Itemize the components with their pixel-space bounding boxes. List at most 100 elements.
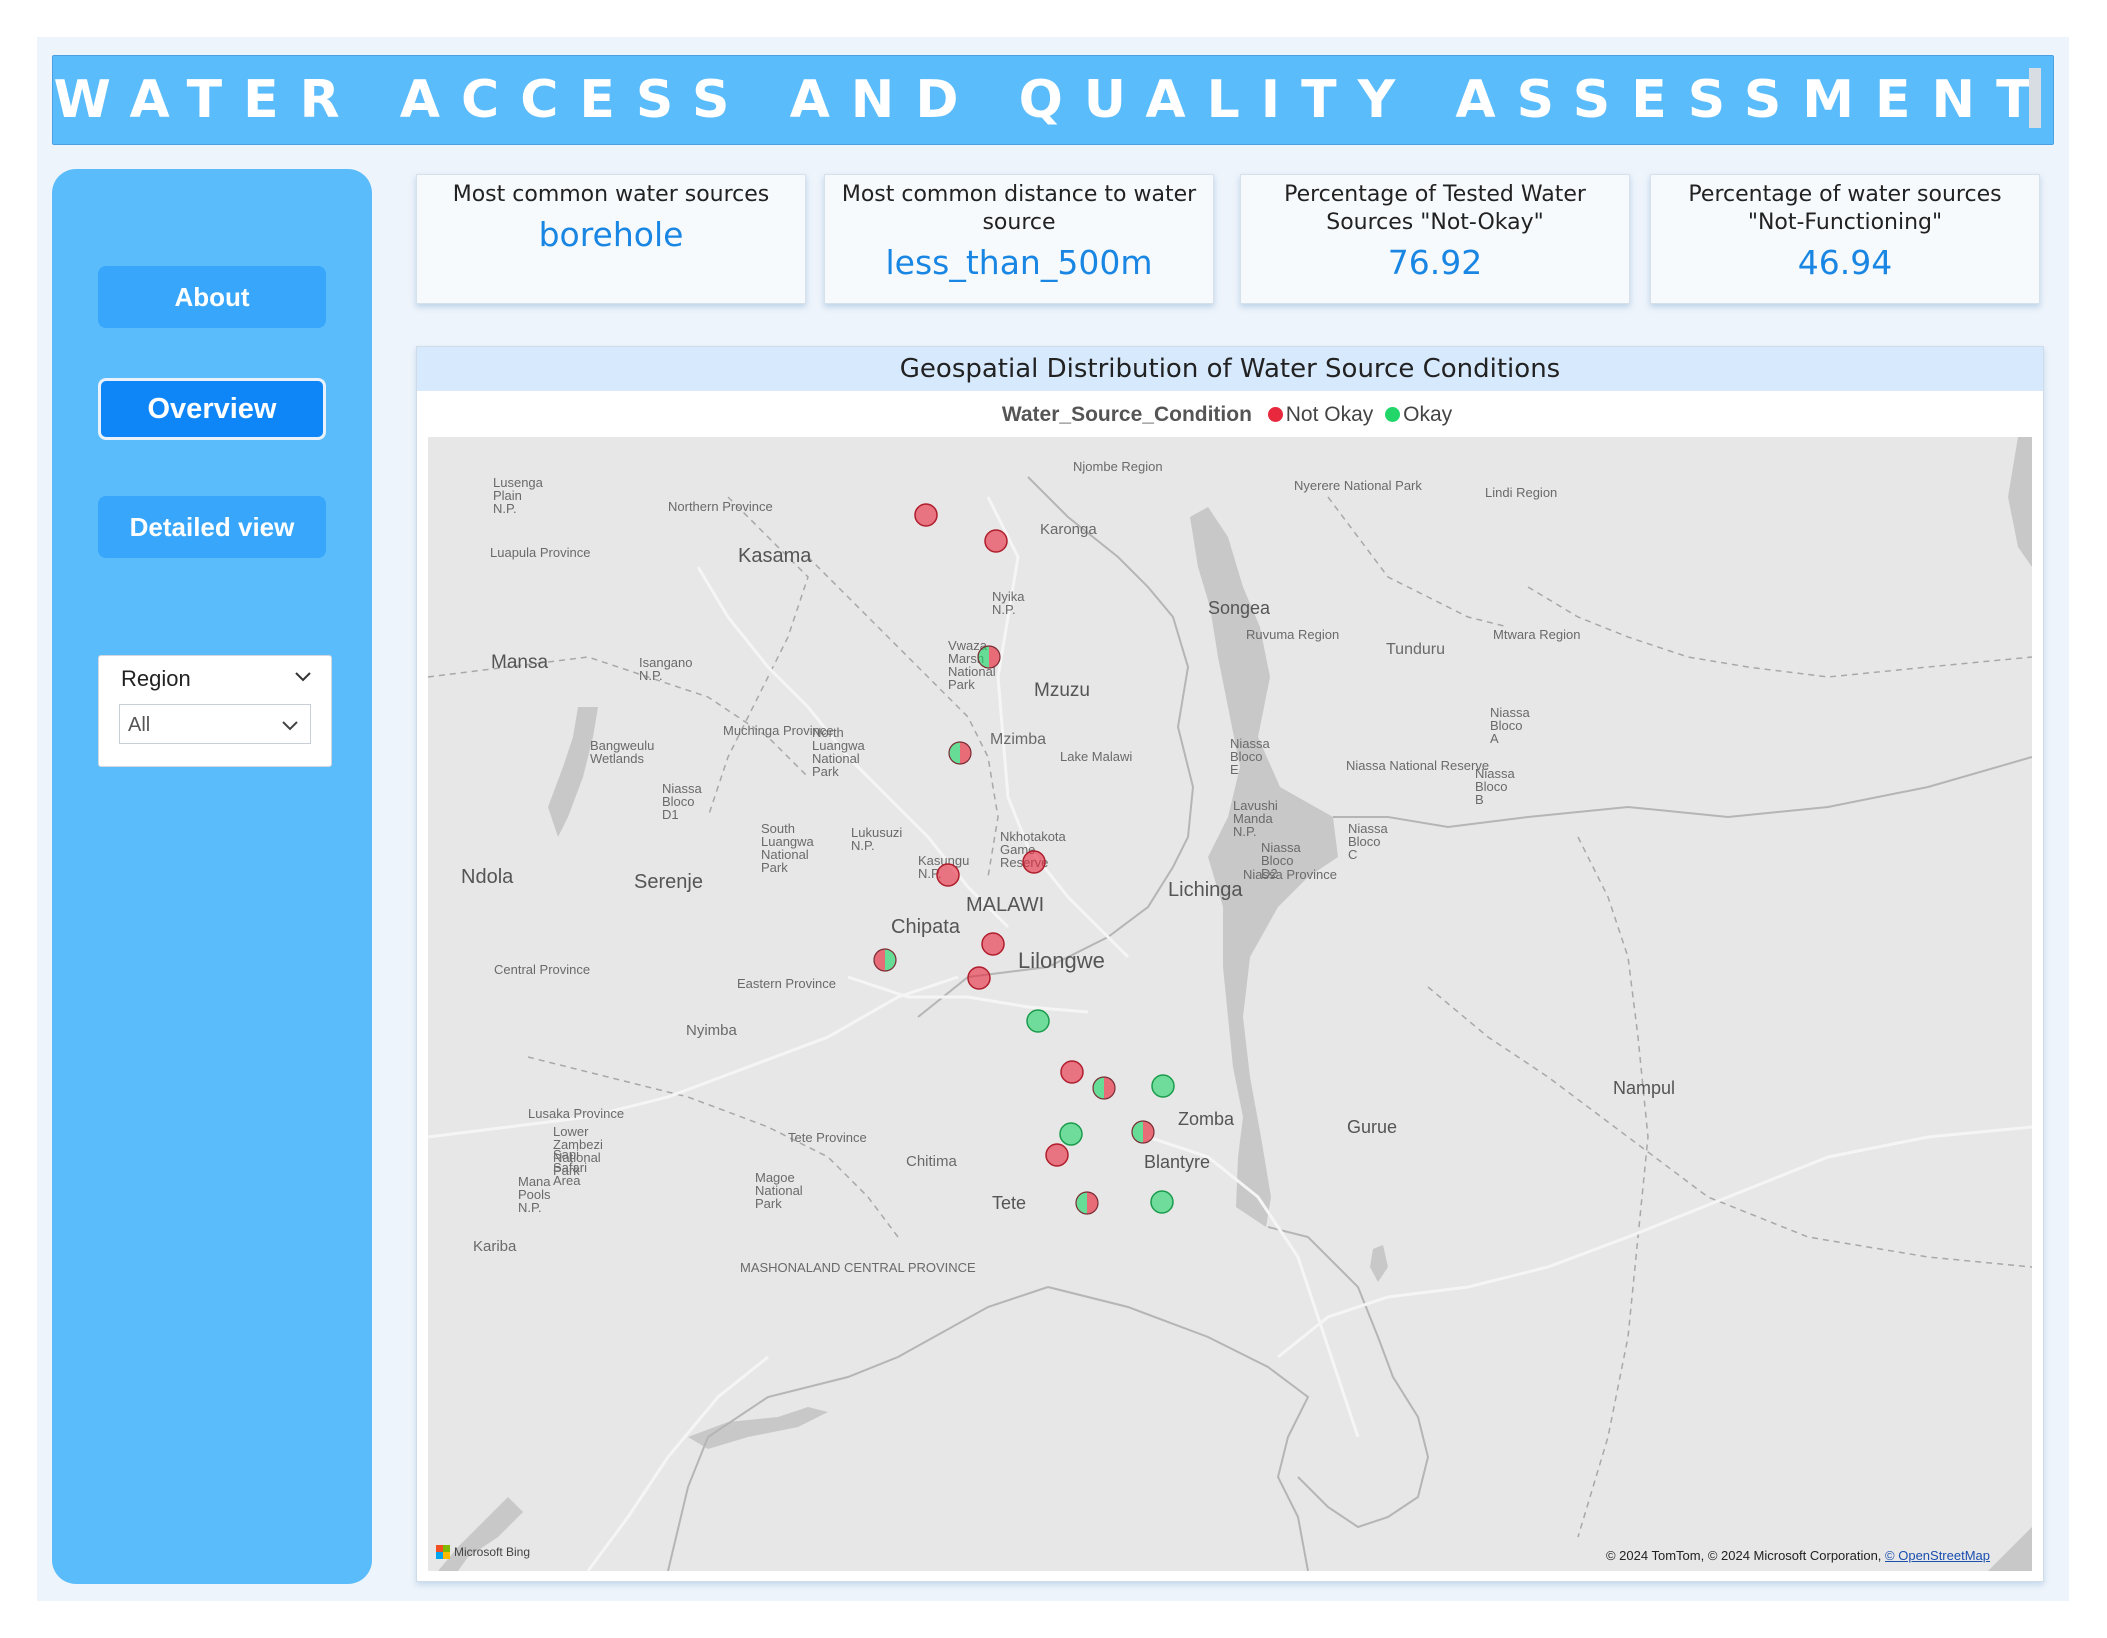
map-point[interactable] [914, 503, 938, 527]
map-point[interactable] [1026, 1009, 1050, 1033]
map-place-label: Lilongwe [1018, 948, 1105, 973]
map-place-label: Eastern Province [737, 976, 836, 991]
kpi-card-water-source: Most common water sources borehole [416, 174, 806, 304]
map-place-label: Ndola [461, 866, 514, 888]
map-place-label: Lindi Region [1485, 485, 1557, 500]
map-area[interactable]: Lusenga Plain N.P. Northern Province Njombe … [428, 437, 2032, 1571]
map-place-label: Mzuzu [1034, 680, 1090, 701]
map-point[interactable] [948, 741, 972, 765]
region-slicer-header: Region [121, 666, 191, 691]
openstreetmap-link[interactable]: © OpenStreetMap [1885, 1548, 1990, 1563]
ocean-east-1 [2008, 437, 2032, 567]
map-place-label: Lukusuzi N.P. [851, 825, 902, 853]
map-point[interactable] [1075, 1191, 1099, 1215]
sidebar: About Overview Detailed view Region All [52, 169, 372, 1584]
map-place-label: Tete [992, 1193, 1026, 1213]
map-place-label: Niassa Bloco B [1475, 766, 1516, 807]
map-point[interactable] [1060, 1060, 1084, 1084]
map-point[interactable] [984, 529, 1008, 553]
road-4 [428, 975, 959, 1139]
map-point[interactable] [981, 932, 1005, 956]
map-place-label: MALAWI [966, 894, 1044, 916]
map-place-label: Nyimba [686, 1022, 738, 1039]
map-point[interactable] [1092, 1076, 1116, 1100]
map-place-label: Ruvuma Region [1246, 627, 1339, 642]
region-dropdown[interactable]: All [119, 704, 311, 744]
map-place-label: Lake Malawi [1060, 749, 1132, 764]
kpi-label: Most common water sources [452, 182, 770, 207]
map-legend: Water_Source_Condition Not Okay Okay [417, 403, 2043, 427]
map-place-label: MASHONALAND CENTRAL PROVINCE [740, 1260, 976, 1275]
legend-dot [1267, 407, 1283, 422]
map-place-label: Northern Province [668, 499, 773, 514]
map-point[interactable] [1150, 1190, 1174, 1214]
border-mozambique [1047, 1286, 1310, 1571]
province-border-3 [1527, 586, 2032, 678]
map-place-label: Niassa National Reserve [1346, 758, 1489, 773]
map-point[interactable] [1131, 1120, 1155, 1144]
kpi-value: borehole [538, 215, 684, 254]
map-place-label: Blantyre [1144, 1152, 1210, 1172]
map-point[interactable] [1151, 1074, 1175, 1098]
map-point[interactable] [1045, 1143, 1069, 1167]
lake-bangweulu [548, 707, 598, 837]
map-canvas[interactable]: Lusenga Plain N.P. Northern Province Njombe … [428, 437, 2032, 1571]
map-place-label: South Luangwa National Park [761, 821, 815, 875]
lake-kariba [438, 1497, 523, 1571]
map-place-label: Karonga [1040, 521, 1097, 538]
map-place-label: Lusaka Province [528, 1106, 624, 1121]
map-point[interactable] [873, 948, 897, 972]
report-banner: WATER ACCESS AND QUALITY ASSESSMENT [52, 55, 2054, 145]
legend-title: Water_Source_Condition [1001, 403, 1252, 426]
road-3 [847, 975, 1089, 1014]
region-dropdown-value: All [128, 714, 151, 736]
detailed-view-button[interactable]: Detailed view [98, 496, 326, 558]
map-place-label: Niassa Bloco A [1490, 705, 1531, 746]
map-place-label: Kariba [473, 1238, 517, 1255]
map-place-label: Niassa Bloco C [1348, 821, 1389, 862]
map-place-label: Magoe National Park [755, 1170, 803, 1211]
map-title: Geospatial Distribution of Water Source … [417, 347, 2043, 391]
kpi-value: less_than_500m [885, 243, 1153, 282]
legend-dot [1385, 407, 1401, 422]
overview-button[interactable]: Overview [98, 378, 326, 440]
map-place-label: Chipata [891, 916, 961, 938]
map-place-label: Zomba [1178, 1109, 1235, 1129]
map-place-label: Mzimba [990, 731, 1046, 748]
chevron-down-icon[interactable] [293, 666, 313, 686]
banner-scrollbar[interactable] [2029, 68, 2041, 128]
map-place-label: Luapula Province [490, 545, 590, 560]
map-point[interactable] [977, 645, 1001, 669]
map-place-label: Lichinga [1168, 879, 1243, 901]
map-point[interactable] [1022, 850, 1046, 874]
region-slicer: Region All [98, 655, 332, 767]
province-border-7 [1327, 496, 1509, 628]
province-border-4 [1427, 986, 2032, 1268]
kpi-card-distance: Most common distance to water source les… [824, 174, 1214, 304]
about-button[interactable]: About [98, 266, 326, 328]
cahora-bassa [688, 1407, 828, 1449]
map-place-label: Mana Pools N.P. [518, 1174, 551, 1215]
legend-item-okay[interactable]: Okay [1385, 403, 1452, 426]
map-place-label: Isangano N.P. [639, 655, 693, 683]
map-point[interactable] [1059, 1122, 1083, 1146]
map-point[interactable] [936, 863, 960, 887]
map-place-label: Bangweulu Wetlands [590, 738, 654, 766]
kpi-label: Percentage of water sources "Not-Functio… [1688, 182, 2002, 235]
road-5 [586, 1355, 769, 1571]
map-place-label: Songea [1208, 598, 1271, 618]
map-place-label: Chitima [906, 1153, 958, 1170]
map-place-label: Nyika N.P. [992, 589, 1025, 617]
map-place-label: Central Province [494, 962, 590, 977]
map-place-label: Nampul [1613, 1078, 1675, 1098]
map-attribution: © 2024 TomTom, © 2024 Microsoft Corporat… [1606, 1548, 1990, 1563]
map-place-label: Tunduru [1386, 641, 1445, 658]
legend-item-not-okay[interactable]: Not Okay [1267, 403, 1373, 426]
map-place-label: Nyerere National Park [1294, 478, 1422, 493]
kpi-card-not-functioning: Percentage of water sources "Not-Functio… [1650, 174, 2040, 304]
kpi-label: Most common distance to water source [841, 182, 1197, 235]
map-place-label: Mansa [491, 652, 548, 673]
map-point[interactable] [967, 966, 991, 990]
microsoft-logo-icon [436, 1545, 450, 1559]
map-place-label: Mtwara Region [1493, 627, 1580, 642]
